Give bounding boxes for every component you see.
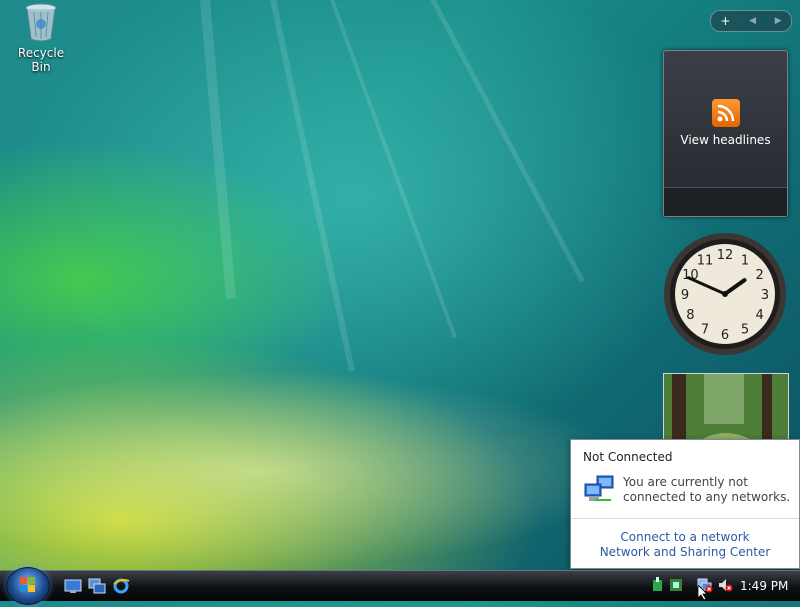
notification-title: Not Connected xyxy=(583,450,673,464)
network-computers-icon xyxy=(583,474,615,504)
rss-icon xyxy=(711,99,740,127)
clock-numeral: 1 xyxy=(741,253,749,268)
show-desktop-icon[interactable] xyxy=(64,578,82,594)
start-button[interactable] xyxy=(6,567,50,605)
desktop-icon-recycle-bin[interactable]: Recycle Bin xyxy=(8,2,74,74)
network-notification-popup: Not Connected You are currently not conn… xyxy=(570,439,800,569)
recycle-bin-icon xyxy=(24,2,58,42)
next-gadgets-button[interactable]: ▶ xyxy=(775,16,782,26)
feed-headlines-gadget[interactable]: View headlines xyxy=(663,50,788,217)
slideshow-gadget[interactable] xyxy=(663,373,789,445)
wallpaper-streak xyxy=(330,0,457,339)
clock-numeral: 3 xyxy=(761,288,769,303)
safely-remove-hardware-icon[interactable] xyxy=(669,577,683,593)
taskbar-clock[interactable]: 1:49 PM xyxy=(740,579,788,593)
internet-explorer-icon[interactable] xyxy=(112,578,130,594)
connect-to-network-link[interactable]: Connect to a network xyxy=(571,530,799,544)
view-headlines-label[interactable]: View headlines xyxy=(664,133,787,147)
add-gadget-button[interactable]: + xyxy=(720,14,730,28)
mouse-cursor-icon xyxy=(697,584,708,601)
feed-gadget-footer xyxy=(664,187,787,216)
clock-numeral: 4 xyxy=(756,308,764,323)
clock-numeral: 5 xyxy=(741,323,749,338)
prev-gadgets-button[interactable]: ◀ xyxy=(749,16,756,26)
forest-photo xyxy=(664,374,788,444)
clock-numeral: 9 xyxy=(681,288,689,303)
wallpaper-streak xyxy=(430,0,585,283)
windows-logo-icon xyxy=(20,577,35,592)
desktop-icon-label: Recycle Bin xyxy=(17,46,65,74)
windows-defender-icon[interactable] xyxy=(651,577,665,593)
clock-numeral: 8 xyxy=(686,308,694,323)
volume-muted-icon[interactable] xyxy=(717,577,733,593)
notification-message: You are currently not connected to any n… xyxy=(623,475,791,504)
wallpaper-streak xyxy=(200,0,237,299)
network-sharing-center-link[interactable]: Network and Sharing Center xyxy=(571,545,799,559)
clock-numeral: 12 xyxy=(717,248,734,263)
clock-numeral: 2 xyxy=(756,268,764,283)
notification-divider xyxy=(571,518,799,519)
switch-windows-icon[interactable] xyxy=(88,578,106,594)
clock-numeral: 6 xyxy=(721,328,729,343)
sidebar-controls: + ◀ ▶ xyxy=(710,10,792,32)
clock-gadget[interactable]: 12 1 2 3 4 5 6 7 8 9 10 11 xyxy=(663,232,787,356)
clock-numeral: 7 xyxy=(701,323,709,338)
wallpaper-streak xyxy=(270,0,355,372)
analog-clock-face: 12 1234567891011 xyxy=(664,233,786,355)
taskbar: 1:49 PM xyxy=(0,567,800,605)
clock-numeral: 11 xyxy=(697,253,714,268)
